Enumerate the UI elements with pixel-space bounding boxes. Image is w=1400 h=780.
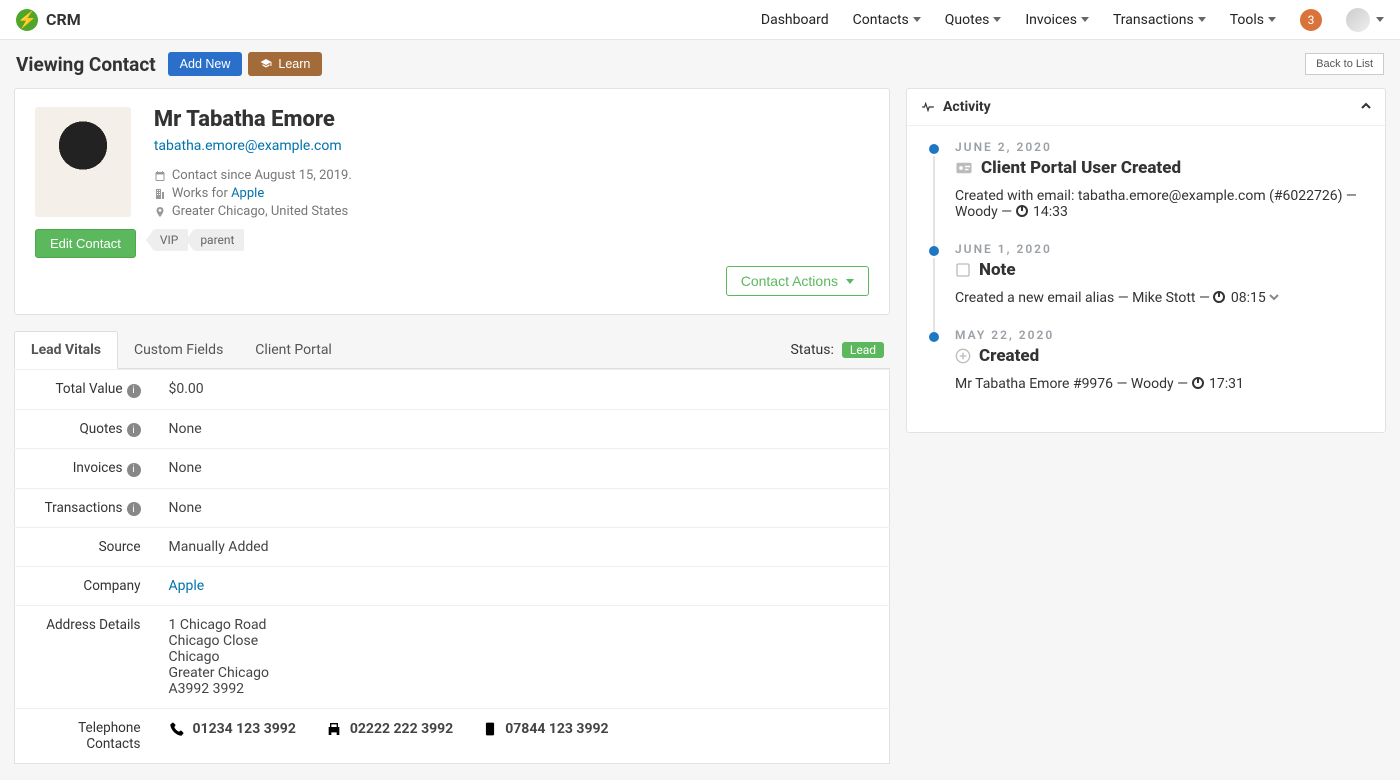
contact-actions-button[interactable]: Contact Actions (726, 266, 869, 296)
user-avatar[interactable] (1346, 8, 1370, 32)
status-label: Status: (790, 342, 833, 358)
info-icon[interactable]: i (127, 463, 141, 477)
fax-icon (326, 721, 342, 737)
edit-contact-button[interactable]: Edit Contact (35, 229, 136, 258)
location-icon (154, 206, 166, 218)
phone-item: 07844 123 3992 (483, 720, 608, 738)
contact-company-line: Works for Apple (154, 186, 869, 201)
brand-logo-icon: ⚡ (16, 9, 38, 31)
contact-since: Contact since August 15, 2019. (154, 168, 869, 183)
tab-custom-fields[interactable]: Custom Fields (118, 332, 239, 368)
collapse-button[interactable] (1361, 99, 1371, 115)
vitals-section: Lead VitalsCustom FieldsClient Portal St… (14, 331, 890, 764)
chevron-down-icon (1081, 17, 1089, 22)
contact-email-link[interactable]: tabatha.emore@example.com (154, 138, 342, 154)
back-to-list-button[interactable]: Back to List (1305, 53, 1384, 75)
clock-icon (1192, 377, 1204, 389)
table-row: QuotesiNone (15, 409, 890, 449)
nav-dashboard[interactable]: Dashboard (761, 12, 829, 28)
nav-tools[interactable]: Tools (1230, 12, 1276, 28)
chevron-down-icon (1198, 17, 1206, 22)
nav-transactions[interactable]: Transactions (1113, 12, 1206, 28)
phone-item: 02222 222 3992 (326, 721, 453, 737)
nav-invoices[interactable]: Invoices (1025, 12, 1089, 28)
graduation-cap-icon (260, 58, 272, 70)
activity-date: June 1, 2020 (955, 242, 1367, 256)
page-title: Viewing Contact (16, 53, 156, 76)
activity-body: Mr Tabatha Emore #9976 — Woody — 17:31 (955, 376, 1367, 392)
chevron-down-icon (846, 279, 854, 284)
table-row: Telephone Contacts01234 123 399202222 22… (15, 709, 890, 764)
brand-text: CRM (46, 10, 81, 29)
activity-body: Created with email: tabatha.emore@exampl… (955, 188, 1367, 220)
table-row: InvoicesiNone (15, 449, 890, 489)
phone-item: 01234 123 3992 (169, 721, 296, 737)
building-icon (154, 188, 166, 200)
tab-lead-vitals[interactable]: Lead Vitals (14, 331, 118, 369)
table-row: CompanyApple (15, 567, 890, 606)
notifications-badge[interactable]: 3 (1300, 9, 1322, 31)
activity-date: June 2, 2020 (955, 140, 1367, 154)
profile-panel: Edit Contact Mr Tabatha Emore tabatha.em… (14, 88, 890, 315)
tab-bar: Lead VitalsCustom FieldsClient Portal St… (14, 331, 890, 369)
tag-parent[interactable]: parent (194, 229, 244, 251)
clock-icon (1016, 205, 1028, 217)
chevron-down-icon[interactable] (1269, 292, 1279, 302)
tag-vip[interactable]: VIP (154, 229, 188, 251)
info-icon[interactable]: i (127, 423, 141, 437)
company-link[interactable]: Apple (231, 186, 264, 201)
table-row: Address Details1 Chicago RoadChicago Clo… (15, 606, 890, 709)
table-row: Total Valuei$0.00 (15, 370, 890, 410)
activity-item: June 2, 2020 Client Portal User Created Cr… (925, 140, 1367, 242)
chevron-down-icon (1376, 17, 1384, 22)
brand[interactable]: ⚡ CRM (16, 9, 81, 31)
activity-body: Created a new email alias — Mike Stott —… (955, 290, 1367, 306)
company-link[interactable]: Apple (169, 578, 205, 594)
tag-row: VIP parent (154, 229, 869, 251)
add-new-button[interactable]: Add New (168, 52, 243, 76)
status-pill: Lead (842, 342, 884, 358)
calendar-icon (154, 170, 166, 182)
chevron-up-icon (1361, 101, 1371, 111)
info-icon[interactable]: i (127, 502, 141, 516)
nav-quotes[interactable]: Quotes (945, 12, 1002, 28)
lead-vitals-table: Total Valuei$0.00QuotesiNoneInvoicesiNon… (14, 369, 890, 764)
subheader: Viewing Contact Add New Learn Back to Li… (0, 40, 1400, 88)
learn-button[interactable]: Learn (248, 52, 322, 76)
activity-title: Activity (943, 99, 991, 115)
activity-item: May 22, 2020 Created Mr Tabatha Emore #997… (925, 328, 1367, 414)
contact-name: Mr Tabatha Emore (154, 107, 869, 132)
activity-title: Created (955, 346, 1367, 366)
table-row: SourceManually Added (15, 528, 890, 567)
tab-client-portal[interactable]: Client Portal (239, 332, 348, 368)
user-menu[interactable] (1346, 8, 1384, 32)
chevron-down-icon (1268, 17, 1276, 22)
table-row: TransactionsiNone (15, 488, 890, 528)
info-icon[interactable]: i (127, 384, 141, 398)
activity-date: May 22, 2020 (955, 328, 1367, 342)
chevron-down-icon (913, 17, 921, 22)
clock-icon (1213, 291, 1225, 303)
phone-icon (169, 721, 185, 737)
activity-panel: Activity June 2, 2020 Client Portal User … (906, 88, 1386, 433)
contact-photo (35, 107, 131, 217)
contact-location: Greater Chicago, United States (154, 204, 869, 219)
chevron-down-icon (993, 17, 1001, 22)
activity-title: Note (955, 260, 1367, 280)
activity-item: June 1, 2020 Note Created a new email alia… (925, 242, 1367, 328)
mobile-icon (483, 720, 497, 738)
heartbeat-icon (921, 100, 935, 114)
activity-title: Client Portal User Created (955, 158, 1367, 178)
nav-contacts[interactable]: Contacts (853, 12, 921, 28)
top-nav: ⚡ CRM Dashboard Contacts Quotes Invoices Tra… (0, 0, 1400, 40)
